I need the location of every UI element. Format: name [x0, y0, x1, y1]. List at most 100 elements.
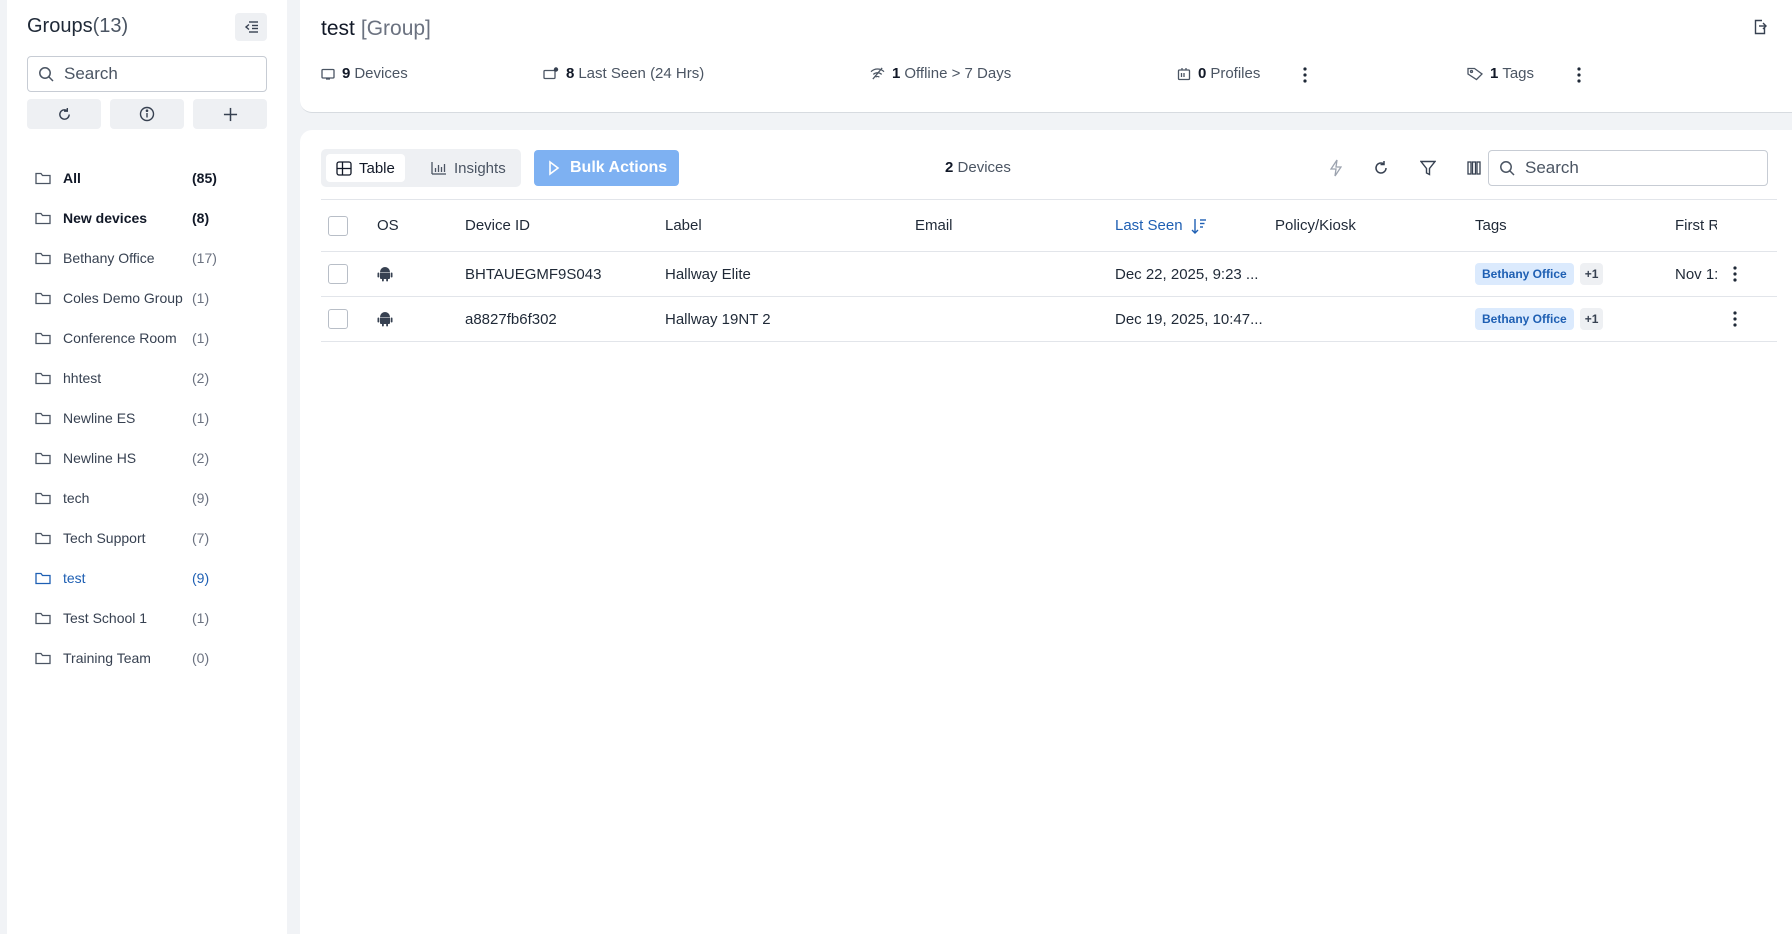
filter-button[interactable]: [1417, 157, 1439, 179]
stat-devices[interactable]: 9 Devices: [321, 65, 408, 82]
group-search-field[interactable]: [27, 56, 267, 92]
row-checkbox[interactable]: [328, 309, 348, 329]
more-vertical-icon: [1574, 65, 1584, 85]
refresh-groups-button[interactable]: [27, 99, 101, 129]
cell-last-seen: Dec 19, 2025, 10:47...: [1115, 310, 1263, 328]
columns-button[interactable]: [1463, 157, 1485, 179]
stat-devices-label: Devices: [354, 65, 408, 82]
group-item-all[interactable]: All (85): [27, 158, 267, 198]
group-item-new-devices[interactable]: New devices (8): [27, 198, 267, 238]
bulk-actions-label: Bulk Actions: [570, 159, 668, 176]
folder-icon: [35, 371, 53, 385]
group-item-label: Coles Demo Group: [63, 290, 183, 306]
row-checkbox[interactable]: [328, 264, 348, 284]
group-item-label: hhtest: [63, 370, 102, 386]
column-header-label[interactable]: Label: [665, 200, 702, 251]
group-item-conference-room[interactable]: Conference Room (1): [27, 318, 267, 358]
folder-icon: [35, 171, 53, 185]
search-icon: [1500, 161, 1515, 176]
lightning-icon: [1330, 159, 1342, 177]
export-button[interactable]: [1752, 19, 1768, 40]
folder-icon: [35, 571, 53, 585]
bulk-actions-button[interactable]: Bulk Actions: [534, 150, 679, 186]
row-menu-button[interactable]: [1733, 297, 1737, 341]
column-header-policy-kiosk[interactable]: Policy/Kiosk: [1275, 200, 1356, 251]
stat-profiles[interactable]: 0 Profiles: [1177, 65, 1260, 82]
tab-table-label: Table: [359, 159, 395, 177]
more-tags-badge[interactable]: +1: [1579, 263, 1604, 285]
sort-descending-icon: [1191, 218, 1206, 234]
device-search-input[interactable]: [1525, 158, 1745, 178]
group-item-training-team[interactable]: Training Team (0): [27, 638, 267, 678]
row-menu-button[interactable]: [1733, 252, 1737, 296]
group-item-label: Training Team: [63, 650, 151, 666]
stat-offline-label: Offline > 7 Days: [904, 65, 1012, 82]
more-tags-badge[interactable]: +1: [1579, 308, 1604, 330]
select-all-checkbox[interactable]: [328, 215, 348, 236]
group-item-count: (2): [192, 370, 210, 386]
groups-title-label: Groups: [27, 15, 93, 37]
add-group-button[interactable]: [193, 99, 267, 129]
cell-device-id: a8827fb6f302: [465, 310, 557, 328]
stat-tags-value: 1: [1490, 65, 1499, 82]
group-name: test: [321, 17, 355, 40]
group-item-label: New devices: [63, 210, 148, 226]
profiles-menu-button[interactable]: [1300, 65, 1310, 85]
folder-icon: [35, 291, 53, 305]
tab-insights[interactable]: Insights: [421, 154, 516, 182]
stat-tags[interactable]: 1 Tags: [1467, 65, 1534, 82]
cell-label: Hallway Elite: [665, 265, 751, 283]
refresh-table-button[interactable]: [1370, 157, 1392, 179]
column-header-tags[interactable]: Tags: [1475, 200, 1507, 251]
collapse-sidebar-button[interactable]: [235, 13, 267, 41]
group-item-count: (9): [192, 570, 210, 586]
table-header-row: OS Device ID Label Email Last Seen Polic…: [321, 199, 1777, 252]
cell-first: [1675, 297, 1717, 341]
tag-icon: [1467, 67, 1483, 81]
group-item-coles-demo-group[interactable]: Coles Demo Group (1): [27, 278, 267, 318]
table-row[interactable]: a8827fb6f302 Hallway 19NT 2 Dec 19, 2025…: [321, 297, 1777, 342]
groups-title: Groups(13): [27, 15, 128, 38]
group-search-input[interactable]: [64, 64, 254, 84]
group-item-label: Test School 1: [63, 610, 148, 626]
stat-last-seen-value: 8: [566, 65, 575, 82]
group-item-newline-es[interactable]: Newline ES (1): [27, 398, 267, 438]
stat-offline[interactable]: 1 Offline > 7 Days: [870, 65, 1011, 82]
column-header-os[interactable]: OS: [377, 200, 399, 251]
group-item-count: (1): [192, 410, 210, 426]
group-item-test[interactable]: test (9): [27, 558, 267, 598]
stat-last-seen[interactable]: 8 Last Seen (24 Hrs): [543, 65, 704, 82]
stat-tags-label: Tags: [1502, 65, 1535, 82]
group-item-count: (85): [192, 170, 217, 186]
tags-menu-button[interactable]: [1574, 65, 1584, 85]
tag-badge[interactable]: Bethany Office: [1475, 308, 1574, 330]
folder-icon: [35, 251, 53, 265]
more-vertical-icon: [1300, 65, 1310, 85]
column-header-first[interactable]: First R: [1675, 200, 1717, 251]
group-item-test-school-1[interactable]: Test School 1 (1): [27, 598, 267, 638]
group-item-bethany-office[interactable]: Bethany Office (17): [27, 238, 267, 278]
device-online-icon: [543, 66, 559, 81]
table-icon: [336, 160, 352, 176]
group-item-count: (1): [192, 290, 210, 306]
stat-offline-value: 1: [892, 65, 901, 82]
group-item-count: (9): [192, 490, 210, 506]
stat-last-seen-label: Last Seen (24 Hrs): [578, 65, 705, 82]
quick-action-button[interactable]: [1325, 157, 1347, 179]
group-item-label: Newline ES: [63, 410, 136, 426]
table-row[interactable]: BHTAUEGMF9S043 Hallway Elite Dec 22, 202…: [321, 252, 1777, 297]
group-item-tech-support[interactable]: Tech Support (7): [27, 518, 267, 558]
group-item-tech[interactable]: tech (9): [27, 478, 267, 518]
folder-icon: [35, 331, 53, 345]
column-header-device-id[interactable]: Device ID: [465, 200, 530, 251]
group-item-hhtest[interactable]: hhtest (2): [27, 358, 267, 398]
column-header-last-seen[interactable]: Last Seen: [1115, 200, 1207, 251]
group-item-newline-hs[interactable]: Newline HS (2): [27, 438, 267, 478]
device-search-field[interactable]: [1488, 150, 1768, 186]
group-item-label: Conference Room: [63, 330, 177, 346]
tab-table[interactable]: Table: [326, 154, 405, 182]
group-item-count: (1): [192, 610, 210, 626]
tag-badge[interactable]: Bethany Office: [1475, 263, 1574, 285]
column-header-email[interactable]: Email: [915, 200, 953, 251]
group-info-button[interactable]: [110, 99, 184, 129]
